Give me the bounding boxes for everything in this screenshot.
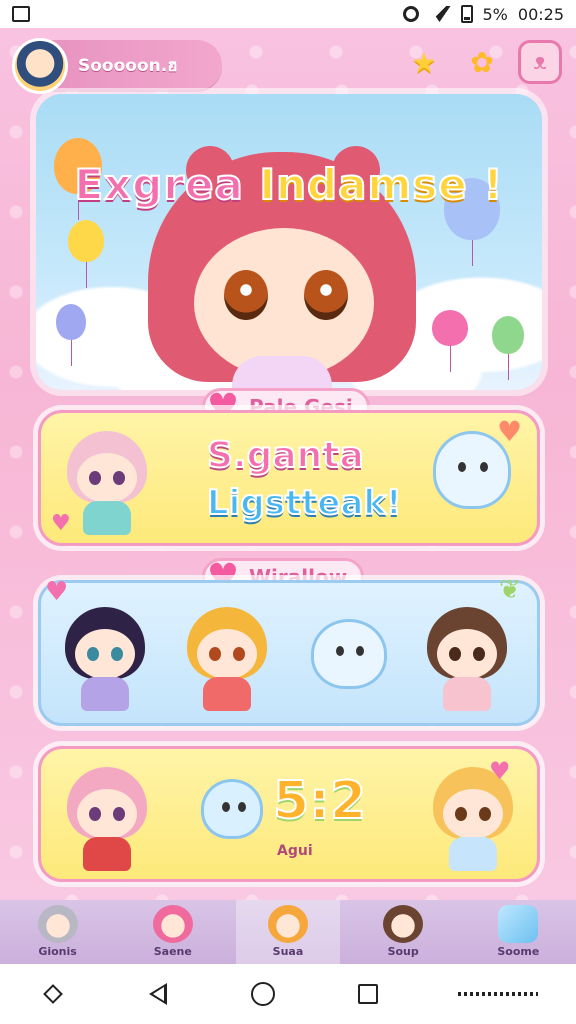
- heart-balloon-icon: [432, 310, 468, 372]
- bottom-tab-bar: Gionis Saene Suaa Soup Soome: [0, 900, 576, 964]
- tab-4[interactable]: Soup: [351, 900, 455, 964]
- nav-dots: [453, 974, 543, 1014]
- hero-title-part2: Indamse !: [259, 159, 504, 210]
- heart-icon: ♥: [497, 415, 523, 448]
- score-value: 5:2: [272, 770, 367, 832]
- character-roster-card[interactable]: ♥ ❦: [38, 575, 540, 726]
- top-icons: ★ ✿ ᴥ: [402, 40, 562, 84]
- tab-label: Saene: [153, 945, 192, 958]
- heart-icon: ♥: [489, 757, 511, 785]
- leaf-icon: ❦: [499, 575, 521, 605]
- battery-percent: 5%: [482, 4, 508, 24]
- recents-icon: [358, 984, 379, 1004]
- dots-icon: [458, 992, 539, 996]
- hero-title: Exgrea Indamse !: [36, 159, 542, 210]
- profile-pill[interactable]: Sooooon.ฮ: [12, 38, 222, 94]
- tab-5[interactable]: Soome: [466, 900, 570, 964]
- bunny-icon[interactable]: ᴥ: [518, 40, 562, 84]
- score-card[interactable]: 5:2 Agui ♥: [38, 746, 540, 882]
- character-slot-1[interactable]: [59, 603, 151, 713]
- recents-button[interactable]: [348, 974, 388, 1014]
- character-icon: [152, 905, 193, 943]
- heart-icon: ♥: [51, 511, 71, 536]
- event-title-line2: Ligstteak!: [206, 482, 403, 524]
- heart-icon: ♥: [45, 577, 69, 607]
- hero-eye-right: [304, 270, 348, 320]
- tab-label: Suaa: [272, 945, 304, 958]
- flower-icon[interactable]: ✿: [460, 40, 504, 84]
- status-left: [12, 6, 30, 22]
- wifi-icon: [428, 6, 451, 22]
- tab-2[interactable]: Saene: [121, 900, 225, 964]
- diamond-icon: [42, 984, 63, 1004]
- status-bar: 5% 00:25: [0, 0, 576, 28]
- character-avatar: [61, 763, 153, 873]
- back-button[interactable]: [138, 974, 178, 1014]
- balloon-icon: [56, 304, 86, 366]
- back-icon: [148, 983, 167, 1005]
- tab-label: Soup: [387, 945, 419, 958]
- ghost-mascot-icon: [201, 779, 263, 839]
- character-icon: [37, 905, 78, 943]
- gem-icon: [498, 905, 539, 943]
- event-title-line1: S.ganta: [206, 434, 365, 477]
- home-icon: [250, 982, 275, 1006]
- character-slot-4[interactable]: [421, 603, 513, 713]
- system-navigation-bar: [0, 964, 576, 1024]
- sync-icon: [402, 6, 419, 22]
- diamond-nav-button[interactable]: [33, 974, 73, 1014]
- balloon-icon: [492, 316, 524, 380]
- gallery-icon: [12, 6, 30, 22]
- game-screen: Sooooon.ฮ ★ ✿ ᴥ Exgrea Indamse ! ♥ Pale …: [0, 28, 576, 900]
- status-right: 5% 00:25: [402, 4, 564, 24]
- score-subtitle: Agui: [277, 843, 313, 859]
- tab-label: Gionis: [38, 945, 77, 958]
- character-icon: [267, 905, 308, 943]
- ghost-mascot-icon[interactable]: [311, 619, 387, 689]
- clock: 00:25: [517, 4, 564, 24]
- hero-character-body: [232, 356, 332, 390]
- tab-1[interactable]: Gionis: [6, 900, 110, 964]
- hero-title-part1: Exgrea: [73, 159, 244, 210]
- character-slot-2[interactable]: [181, 603, 273, 713]
- avatar[interactable]: [12, 38, 68, 94]
- tab-label: Soome: [497, 945, 540, 958]
- battery-icon: [460, 5, 473, 23]
- character-avatar: [61, 427, 153, 537]
- star-icon[interactable]: ★: [402, 40, 446, 84]
- home-button[interactable]: [243, 974, 283, 1014]
- player-name: Sooooon.ฮ: [78, 55, 178, 76]
- hero-banner: Exgrea Indamse !: [36, 94, 542, 390]
- tab-3[interactable]: Suaa: [235, 900, 340, 964]
- hero-eye-left: [224, 270, 268, 320]
- event-card[interactable]: S.ganta Ligstteak! ♥ ♥: [38, 410, 540, 546]
- character-icon: [383, 905, 424, 943]
- balloon-icon: [68, 220, 104, 288]
